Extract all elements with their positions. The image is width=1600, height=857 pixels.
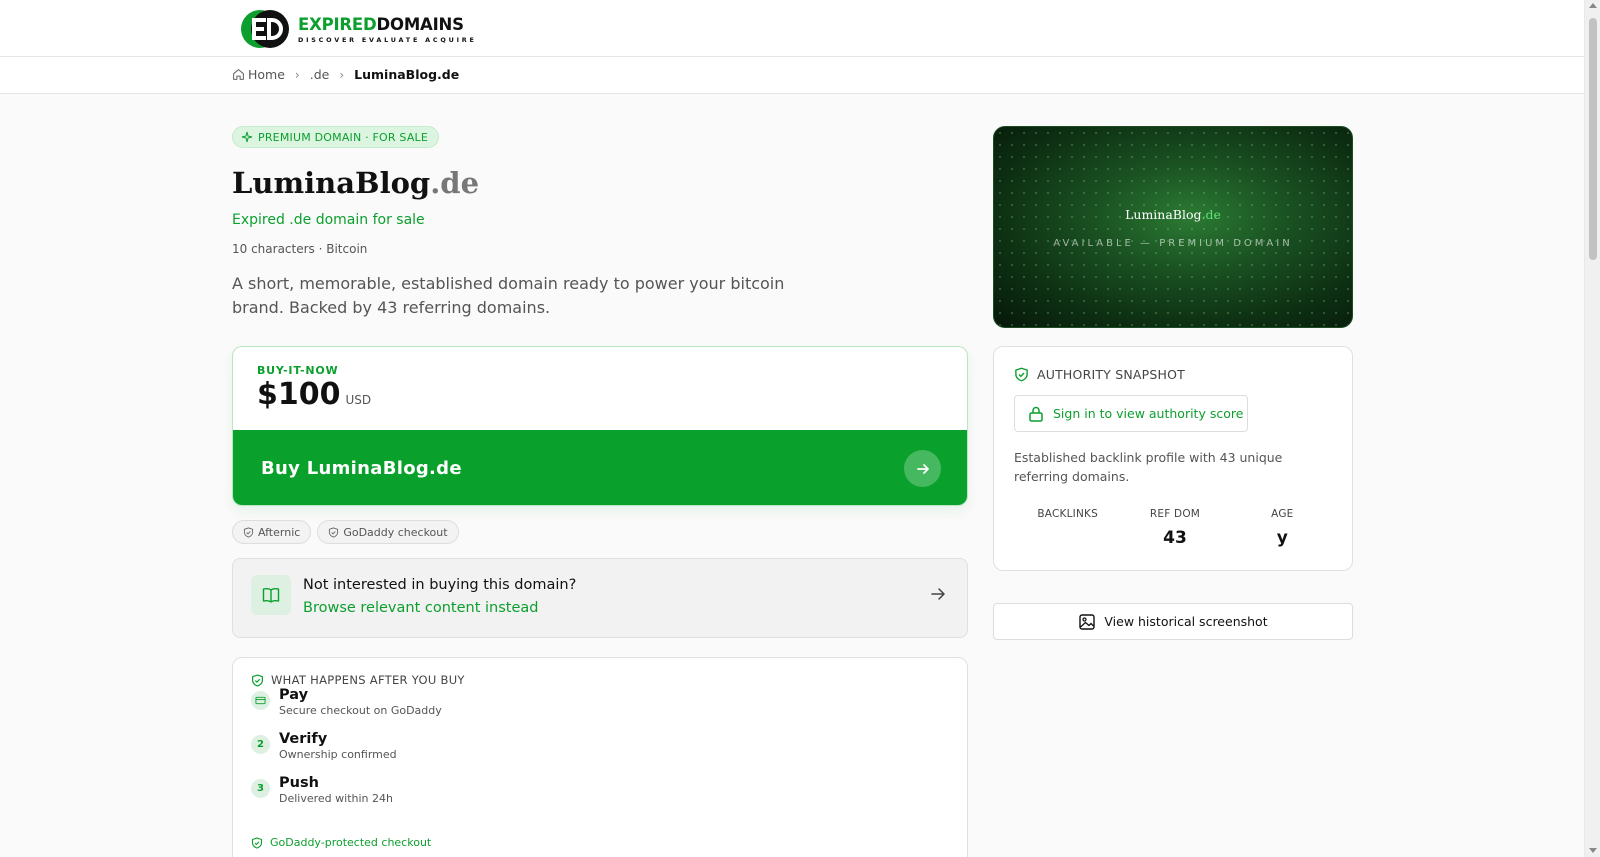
price: $100 USD (257, 377, 371, 412)
site-logo[interactable]: EXPIREDDOMAINS DISCOVER EVALUATE ACQUIRE (240, 9, 477, 49)
domain-meta: 10 characters · Bitcoin (232, 242, 368, 256)
chevron-right-icon: › (294, 67, 300, 82)
scroll-up-icon[interactable] (1589, 3, 1597, 8)
site-header: EXPIREDDOMAINS DISCOVER EVALUATE ACQUIRE (0, 0, 1584, 57)
ed-logo-icon (241, 10, 289, 48)
breadcrumb: Home › .de › LuminaBlog.de (232, 67, 459, 82)
step-number: 3 (251, 779, 270, 798)
after-purchase-card: WHAT HAPPENS AFTER YOU BUY Pay Secure ch… (232, 657, 968, 857)
sign-in-authority-button[interactable]: Sign in to view authority score (1014, 395, 1248, 432)
hero-caption: AVAILABLE — PREMIUM DOMAIN (1053, 238, 1293, 249)
home-icon (233, 69, 244, 80)
step-subtitle: Ownership confirmed (279, 748, 397, 761)
domain-description: A short, memorable, established domain r… (232, 274, 785, 317)
image-icon (1079, 613, 1096, 630)
breadcrumb-bar: Home › .de › LuminaBlog.de (0, 57, 1584, 94)
authority-description: Established backlink profile with 43 uni… (1014, 450, 1283, 484)
shield-check-icon (1015, 367, 1028, 382)
browse-content-card[interactable]: Not interested in buying this domain? Br… (232, 558, 968, 638)
scroll-down-icon[interactable] (1589, 848, 1597, 853)
stat-backlinks: BACKLINKS (1037, 508, 1098, 520)
chip-godaddy-checkout: GoDaddy checkout (317, 520, 459, 544)
checkout-chips: Afternic GoDaddy checkout (232, 520, 465, 544)
logo-title: EXPIREDDOMAINS (298, 14, 464, 34)
stat-age: AGE y (1271, 508, 1294, 548)
arrow-right-icon (931, 588, 945, 600)
step-title: Verify (279, 731, 328, 747)
browse-link[interactable]: Browse relevant content instead (303, 600, 538, 616)
hero-domain-name: LuminaBlog.de (1125, 207, 1221, 222)
buy-it-now-label: BUY-IT-NOW (257, 364, 339, 377)
buy-card: BUY-IT-NOW $100 USD Buy LuminaBlog.de (232, 346, 968, 506)
book-open-icon (251, 575, 291, 615)
premium-badge: PREMIUM DOMAIN · FOR SALE (232, 126, 440, 148)
after-purchase-header: WHAT HAPPENS AFTER YOU BUY (251, 673, 465, 687)
view-historical-screenshot-button[interactable]: View historical screenshot (993, 603, 1353, 640)
lock-icon (1029, 406, 1043, 422)
step-title: Pay (279, 687, 309, 703)
chip-afternic: Afternic (232, 520, 312, 544)
authority-stats: BACKLINKS REF DOM 43 AGE y (1014, 508, 1336, 550)
chevron-right-icon: › (339, 67, 345, 82)
domain-title: LuminaBlog.de (232, 166, 480, 200)
credit-card-icon (251, 691, 270, 710)
breadcrumb-current: LuminaBlog.de (354, 67, 460, 82)
domain-hero-image: LuminaBlog.de AVAILABLE — PREMIUM DOMAIN (993, 126, 1353, 328)
logo-tagline: DISCOVER EVALUATE ACQUIRE (298, 35, 477, 44)
sparkle-icon (241, 131, 253, 143)
shield-check-icon (252, 673, 263, 687)
badge-label: PREMIUM DOMAIN · FOR SALE (258, 130, 429, 144)
authority-snapshot-card: AUTHORITY SNAPSHOT Sign in to view autho… (993, 346, 1353, 571)
domain-subtitle: Expired .de domain for sale (232, 212, 425, 228)
shield-check-icon (251, 836, 263, 849)
step-push: 3 Push Delivered within 24h (251, 774, 393, 806)
step-verify: 2 Verify Ownership confirmed (251, 730, 397, 762)
buy-button-label: Buy LuminaBlog.de (261, 458, 462, 479)
price-currency: USD (345, 393, 372, 407)
stat-ref-dom: REF DOM 43 (1149, 508, 1201, 548)
browse-question: Not interested in buying this domain? (303, 577, 577, 593)
breadcrumb-home[interactable]: Home (248, 67, 285, 82)
buy-domain-button[interactable]: Buy LuminaBlog.de (233, 430, 967, 505)
step-title: Push (279, 775, 319, 791)
shield-check-icon (329, 526, 339, 538)
step-number: 2 (251, 735, 270, 754)
protected-checkout-note: GoDaddy-protected checkout (251, 836, 431, 849)
step-subtitle: Delivered within 24h (279, 792, 393, 805)
shield-check-icon (243, 526, 254, 538)
arrow-right-icon (904, 450, 941, 487)
price-amount: $100 (257, 377, 341, 412)
authority-header: AUTHORITY SNAPSHOT (1014, 367, 1185, 382)
breadcrumb-tld[interactable]: .de (310, 67, 330, 82)
step-subtitle: Secure checkout on GoDaddy (279, 704, 442, 717)
step-pay: Pay Secure checkout on GoDaddy (251, 686, 442, 718)
dot-grid-pattern (994, 127, 1352, 327)
page-scrollbar[interactable] (1584, 0, 1600, 857)
scrollbar-thumb[interactable] (1589, 18, 1597, 260)
